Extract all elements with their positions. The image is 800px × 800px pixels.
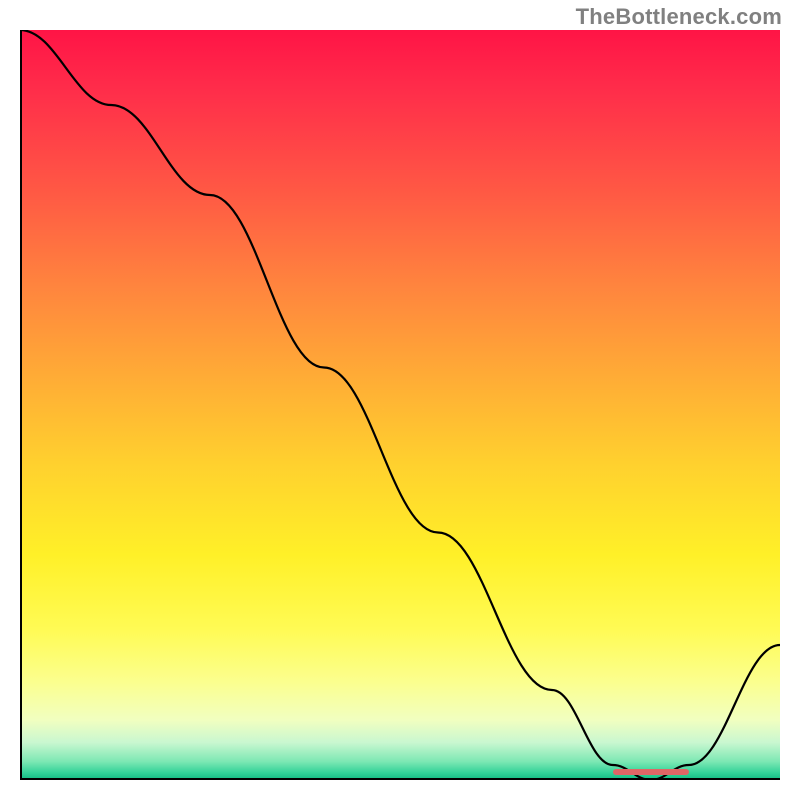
chart-container: TheBottleneck.com bbox=[0, 0, 800, 800]
watermark-text: TheBottleneck.com bbox=[576, 4, 782, 30]
bottleneck-curve bbox=[20, 30, 780, 780]
optimum-band bbox=[613, 769, 689, 775]
plot-area bbox=[20, 30, 780, 780]
x-axis-line bbox=[20, 778, 780, 780]
y-axis-line bbox=[20, 30, 22, 780]
